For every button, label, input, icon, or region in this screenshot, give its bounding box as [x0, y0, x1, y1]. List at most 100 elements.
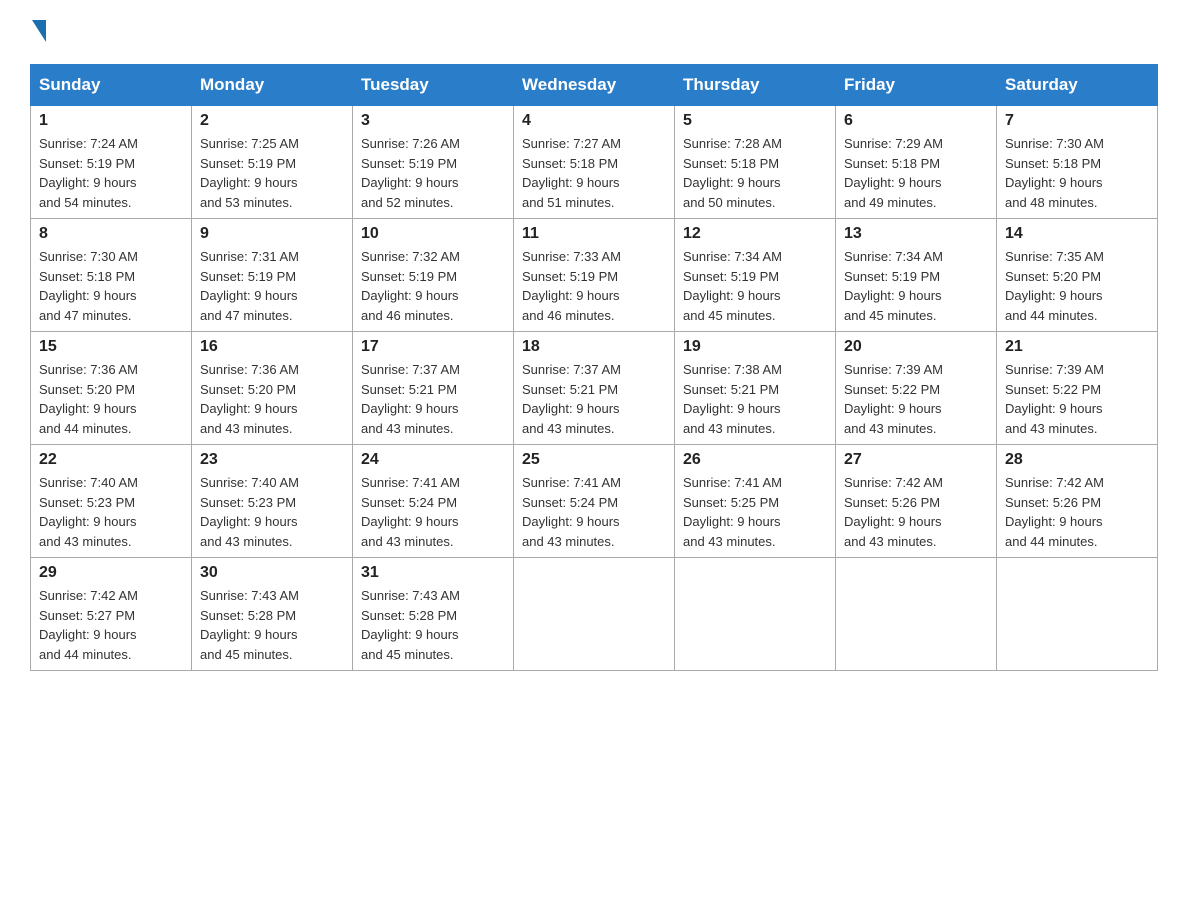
table-row: 12 Sunrise: 7:34 AMSunset: 5:19 PMDayligh…: [675, 219, 836, 332]
day-number: 27: [844, 451, 988, 469]
day-number: 17: [361, 338, 505, 356]
table-row: 24Sunrise: 7:41 AMSunset: 5:24 PMDayligh…: [353, 445, 514, 558]
table-row: 2Sunrise: 7:25 AMSunset: 5:19 PMDaylight…: [192, 106, 353, 219]
day-detail: Sunrise: 7:33 AMSunset: 5:19 PMDaylight:…: [522, 247, 666, 325]
day-number: 25: [522, 451, 666, 469]
day-number: 14: [1005, 225, 1149, 243]
table-row: 5 Sunrise: 7:28 AMSunset: 5:18 PMDaylight…: [675, 106, 836, 219]
calendar-row: 15Sunrise: 7:36 AMSunset: 5:20 PMDayligh…: [31, 332, 1158, 445]
header-row: Sunday Monday Tuesday Wednesday Thursday…: [31, 65, 1158, 106]
day-detail: Sunrise: 7:28 AMSunset: 5:18 PMDaylight:…: [683, 134, 827, 212]
table-row: 19Sunrise: 7:38 AMSunset: 5:21 PMDayligh…: [675, 332, 836, 445]
table-row: 28 Sunrise: 7:42 AMSunset: 5:26 PMDayligh…: [997, 445, 1158, 558]
col-saturday: Saturday: [997, 65, 1158, 106]
table-row: 15Sunrise: 7:36 AMSunset: 5:20 PMDayligh…: [31, 332, 192, 445]
calendar-header: Sunday Monday Tuesday Wednesday Thursday…: [31, 65, 1158, 106]
day-number: 7: [1005, 112, 1149, 130]
table-row: 21 Sunrise: 7:39 AMSunset: 5:22 PMDayligh…: [997, 332, 1158, 445]
table-row: 31 Sunrise: 7:43 AMSunset: 5:28 PMDayligh…: [353, 558, 514, 671]
day-detail: Sunrise: 7:32 AMSunset: 5:19 PMDaylight:…: [361, 247, 505, 325]
table-row: [675, 558, 836, 671]
table-row: 20Sunrise: 7:39 AMSunset: 5:22 PMDayligh…: [836, 332, 997, 445]
col-wednesday: Wednesday: [514, 65, 675, 106]
table-row: 25 Sunrise: 7:41 AMSunset: 5:24 PMDayligh…: [514, 445, 675, 558]
table-row: 17 Sunrise: 7:37 AMSunset: 5:21 PMDayligh…: [353, 332, 514, 445]
table-row: 10Sunrise: 7:32 AMSunset: 5:19 PMDayligh…: [353, 219, 514, 332]
col-tuesday: Tuesday: [353, 65, 514, 106]
day-detail: Sunrise: 7:29 AMSunset: 5:18 PMDaylight:…: [844, 134, 988, 212]
day-detail: Sunrise: 7:34 AMSunset: 5:19 PMDaylight:…: [844, 247, 988, 325]
day-detail: Sunrise: 7:26 AMSunset: 5:19 PMDaylight:…: [361, 134, 505, 212]
day-detail: Sunrise: 7:40 AMSunset: 5:23 PMDaylight:…: [200, 473, 344, 551]
day-detail: Sunrise: 7:34 AMSunset: 5:19 PMDaylight:…: [683, 247, 827, 325]
calendar-row: 29 Sunrise: 7:42 AMSunset: 5:27 PMDayligh…: [31, 558, 1158, 671]
day-number: 4: [522, 112, 666, 130]
day-number: 12: [683, 225, 827, 243]
day-number: 3: [361, 112, 505, 130]
col-sunday: Sunday: [31, 65, 192, 106]
day-detail: Sunrise: 7:31 AMSunset: 5:19 PMDaylight:…: [200, 247, 344, 325]
table-row: 18Sunrise: 7:37 AMSunset: 5:21 PMDayligh…: [514, 332, 675, 445]
day-detail: Sunrise: 7:39 AMSunset: 5:22 PMDaylight:…: [844, 360, 988, 438]
table-row: [836, 558, 997, 671]
table-row: 22 Sunrise: 7:40 AMSunset: 5:23 PMDayligh…: [31, 445, 192, 558]
day-detail: Sunrise: 7:43 AMSunset: 5:28 PMDaylight:…: [361, 586, 505, 664]
day-detail: Sunrise: 7:41 AMSunset: 5:24 PMDaylight:…: [522, 473, 666, 551]
day-number: 22: [39, 451, 183, 469]
day-detail: Sunrise: 7:37 AMSunset: 5:21 PMDaylight:…: [522, 360, 666, 438]
day-number: 29: [39, 564, 183, 582]
logo: [30, 20, 46, 44]
logo-flag-icon: [32, 20, 46, 42]
day-number: 5: [683, 112, 827, 130]
day-number: 16: [200, 338, 344, 356]
day-number: 9: [200, 225, 344, 243]
day-number: 21: [1005, 338, 1149, 356]
table-row: 6 Sunrise: 7:29 AMSunset: 5:18 PMDaylight…: [836, 106, 997, 219]
table-row: 8Sunrise: 7:30 AMSunset: 5:18 PMDaylight…: [31, 219, 192, 332]
day-number: 1: [39, 112, 183, 130]
day-detail: Sunrise: 7:40 AMSunset: 5:23 PMDaylight:…: [39, 473, 183, 551]
table-row: 30 Sunrise: 7:43 AMSunset: 5:28 PMDayligh…: [192, 558, 353, 671]
calendar-row: 8Sunrise: 7:30 AMSunset: 5:18 PMDaylight…: [31, 219, 1158, 332]
day-number: 8: [39, 225, 183, 243]
table-row: 11 Sunrise: 7:33 AMSunset: 5:19 PMDayligh…: [514, 219, 675, 332]
day-number: 6: [844, 112, 988, 130]
table-row: 9 Sunrise: 7:31 AMSunset: 5:19 PMDaylight…: [192, 219, 353, 332]
day-number: 24: [361, 451, 505, 469]
day-number: 30: [200, 564, 344, 582]
col-friday: Friday: [836, 65, 997, 106]
day-detail: Sunrise: 7:42 AMSunset: 5:26 PMDaylight:…: [1005, 473, 1149, 551]
table-row: 16 Sunrise: 7:36 AMSunset: 5:20 PMDayligh…: [192, 332, 353, 445]
day-detail: Sunrise: 7:35 AMSunset: 5:20 PMDaylight:…: [1005, 247, 1149, 325]
table-row: 4 Sunrise: 7:27 AMSunset: 5:18 PMDaylight…: [514, 106, 675, 219]
day-detail: Sunrise: 7:41 AMSunset: 5:25 PMDaylight:…: [683, 473, 827, 551]
calendar-row: 1Sunrise: 7:24 AMSunset: 5:19 PMDaylight…: [31, 106, 1158, 219]
day-detail: Sunrise: 7:42 AMSunset: 5:27 PMDaylight:…: [39, 586, 183, 664]
day-number: 11: [522, 225, 666, 243]
day-number: 2: [200, 112, 344, 130]
calendar-table: Sunday Monday Tuesday Wednesday Thursday…: [30, 64, 1158, 671]
day-detail: Sunrise: 7:36 AMSunset: 5:20 PMDaylight:…: [200, 360, 344, 438]
table-row: 3 Sunrise: 7:26 AMSunset: 5:19 PMDaylight…: [353, 106, 514, 219]
table-row: [514, 558, 675, 671]
table-row: 29 Sunrise: 7:42 AMSunset: 5:27 PMDayligh…: [31, 558, 192, 671]
day-number: 26: [683, 451, 827, 469]
day-detail: Sunrise: 7:37 AMSunset: 5:21 PMDaylight:…: [361, 360, 505, 438]
table-row: 13 Sunrise: 7:34 AMSunset: 5:19 PMDayligh…: [836, 219, 997, 332]
calendar-row: 22 Sunrise: 7:40 AMSunset: 5:23 PMDayligh…: [31, 445, 1158, 558]
page-header: [30, 20, 1158, 44]
day-detail: Sunrise: 7:30 AMSunset: 5:18 PMDaylight:…: [1005, 134, 1149, 212]
day-detail: Sunrise: 7:39 AMSunset: 5:22 PMDaylight:…: [1005, 360, 1149, 438]
col-thursday: Thursday: [675, 65, 836, 106]
day-number: 31: [361, 564, 505, 582]
day-detail: Sunrise: 7:27 AMSunset: 5:18 PMDaylight:…: [522, 134, 666, 212]
day-number: 13: [844, 225, 988, 243]
table-row: [997, 558, 1158, 671]
calendar-body: 1Sunrise: 7:24 AMSunset: 5:19 PMDaylight…: [31, 106, 1158, 671]
day-number: 28: [1005, 451, 1149, 469]
table-row: 26 Sunrise: 7:41 AMSunset: 5:25 PMDayligh…: [675, 445, 836, 558]
day-detail: Sunrise: 7:43 AMSunset: 5:28 PMDaylight:…: [200, 586, 344, 664]
day-number: 23: [200, 451, 344, 469]
day-detail: Sunrise: 7:42 AMSunset: 5:26 PMDaylight:…: [844, 473, 988, 551]
table-row: 7 Sunrise: 7:30 AMSunset: 5:18 PMDaylight…: [997, 106, 1158, 219]
